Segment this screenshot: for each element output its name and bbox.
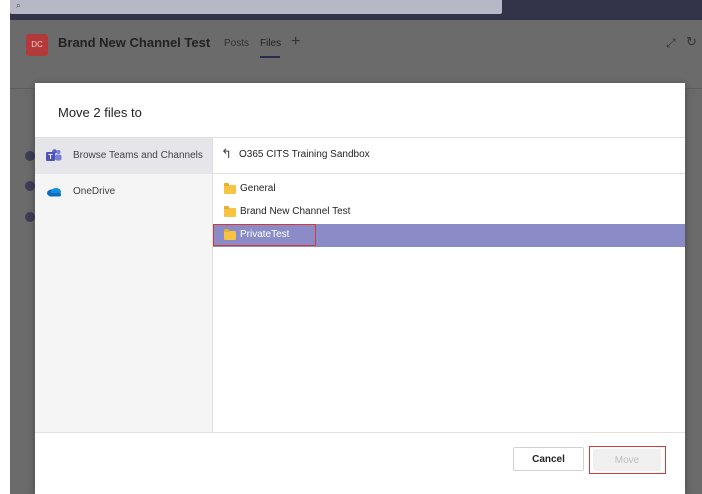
folder-name: PrivateTest	[240, 229, 290, 240]
file-check-icon[interactable]	[25, 151, 35, 161]
teams-icon: T	[46, 149, 62, 163]
file-check-icon[interactable]	[25, 212, 35, 222]
breadcrumb-label: O365 CITS Training Sandbox	[239, 149, 370, 160]
folder-name: General	[240, 183, 276, 194]
source-sidebar: T Browse Teams and Channels OneDrive	[35, 138, 213, 432]
search-input[interactable]: ⌕	[10, 0, 502, 14]
team-avatar[interactable]: DC	[26, 34, 48, 56]
folder-icon	[224, 229, 236, 240]
tab-posts[interactable]: Posts	[224, 38, 249, 49]
channel-header: DC Brand New Channel Test Posts Files + …	[10, 20, 702, 72]
search-icon: ⌕	[16, 0, 22, 10]
source-label: OneDrive	[73, 186, 116, 197]
source-teams-channels[interactable]: T Browse Teams and Channels	[35, 138, 212, 174]
active-tab-indicator	[260, 56, 280, 58]
move-dialog: Move 2 files to T Browse Teams and Chann…	[35, 83, 685, 494]
refresh-icon[interactable]: ↻	[686, 34, 697, 50]
svg-text:T: T	[48, 154, 53, 161]
channel-name: Brand New Channel Test	[58, 35, 211, 50]
breadcrumb: ↰ O365 CITS Training Sandbox	[213, 138, 685, 174]
folder-icon	[224, 183, 236, 194]
expand-icon[interactable]: ⤢	[666, 36, 676, 51]
folder-icon	[224, 206, 236, 217]
folder-row-brand-new-channel-test[interactable]: Brand New Channel Test	[213, 201, 685, 224]
cancel-button[interactable]: Cancel	[513, 447, 584, 471]
folder-name: Brand New Channel Test	[240, 206, 351, 217]
add-tab-button[interactable]: +	[291, 33, 300, 51]
folder-browser: ↰ O365 CITS Training Sandbox General Bra…	[213, 138, 685, 432]
tab-files[interactable]: Files	[260, 38, 281, 49]
navigate-up-icon[interactable]: ↰	[221, 146, 232, 162]
move-button[interactable]: Move	[593, 449, 661, 471]
folder-row-privatetest[interactable]: PrivateTest	[213, 224, 685, 247]
file-check-icon[interactable]	[25, 181, 35, 191]
divider	[35, 432, 685, 433]
source-onedrive[interactable]: OneDrive	[35, 174, 212, 210]
onedrive-icon	[46, 185, 62, 199]
dialog-title: Move 2 files to	[58, 105, 142, 120]
source-label: Browse Teams and Channels	[73, 150, 203, 161]
app-title-bar: ⌕	[10, 0, 702, 20]
folder-row-general[interactable]: General	[213, 178, 685, 201]
